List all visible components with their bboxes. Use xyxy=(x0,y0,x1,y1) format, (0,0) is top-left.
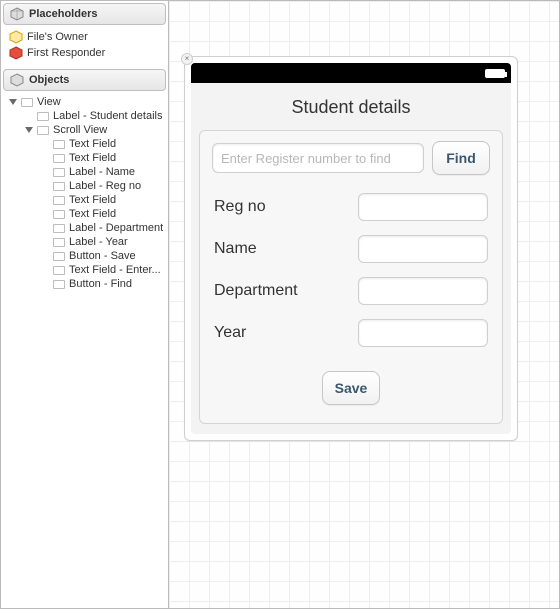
disclosure-spacer xyxy=(41,280,49,288)
cube-icon xyxy=(10,73,24,87)
outline-item-label: Text Field xyxy=(69,208,116,220)
view-node-icon xyxy=(37,126,49,135)
outline-item[interactable]: Text Field - Enter... xyxy=(1,263,168,277)
outline-item[interactable]: Scroll View xyxy=(1,123,168,137)
first-responder-item[interactable]: First Responder xyxy=(1,45,168,61)
disclosure-spacer xyxy=(41,224,49,232)
outline-item-label: Text Field xyxy=(69,138,116,150)
objects-section-header[interactable]: Objects xyxy=(3,69,166,91)
save-button[interactable]: Save xyxy=(322,371,381,405)
find-button[interactable]: Find xyxy=(432,141,490,175)
view-node-icon xyxy=(53,182,65,191)
disclosure-spacer xyxy=(41,210,49,218)
root-view: Student details Find Reg no Name xyxy=(191,63,511,434)
disclosure-spacer xyxy=(25,112,33,120)
outline-item[interactable]: View xyxy=(1,95,168,109)
outline-item-label: Text Field xyxy=(69,194,116,206)
disclosure-spacer xyxy=(41,168,49,176)
close-scene-button[interactable]: × xyxy=(181,53,193,65)
disclosure-spacer xyxy=(41,182,49,190)
disclosure-spacer xyxy=(41,154,49,162)
objects-label: Objects xyxy=(29,74,69,86)
view-node-icon xyxy=(53,266,65,275)
view-node-icon xyxy=(53,210,65,219)
status-bar xyxy=(191,63,511,83)
view-node-icon xyxy=(53,196,65,205)
outline-item-label: Text Field - Enter... xyxy=(69,264,161,276)
placeholders-label: Placeholders xyxy=(29,8,97,20)
disclosure-spacer xyxy=(41,238,49,246)
view-node-icon xyxy=(53,168,65,177)
disclosure-spacer xyxy=(41,266,49,274)
view-node-icon xyxy=(53,154,65,163)
disclosure-spacer xyxy=(41,140,49,148)
document-outline-panel: Placeholders File's Owner First Responde… xyxy=(1,1,169,608)
disclosure-spacer xyxy=(41,196,49,204)
outline-item-label: Label - Student details xyxy=(53,110,162,122)
department-label: Department xyxy=(214,282,298,300)
outline-item-label: Label - Year xyxy=(69,236,128,248)
outline-item-label: Button - Find xyxy=(69,278,132,290)
view-node-icon xyxy=(53,224,65,233)
outline-item[interactable]: Button - Save xyxy=(1,249,168,263)
placeholders-tree: File's Owner First Responder xyxy=(1,27,168,67)
device-frame[interactable]: × Student details Find Reg no xyxy=(184,56,518,441)
title-label: Student details xyxy=(191,83,511,130)
view-node-icon xyxy=(53,280,65,289)
outline-item[interactable]: Label - Reg no xyxy=(1,179,168,193)
outline-item-label: Scroll View xyxy=(53,124,107,136)
search-register-input[interactable] xyxy=(212,143,424,173)
year-label: Year xyxy=(214,324,246,342)
cube-icon xyxy=(10,7,24,21)
view-node-icon xyxy=(21,98,33,107)
outline-item-label: Button - Save xyxy=(69,250,136,262)
reg-no-input[interactable] xyxy=(358,193,488,221)
interface-builder-view: Placeholders File's Owner First Responde… xyxy=(0,0,560,609)
outline-item[interactable]: Button - Find xyxy=(1,277,168,291)
outline-item[interactable]: Label - Name xyxy=(1,165,168,179)
outline-item-label: Label - Department xyxy=(69,222,163,234)
name-input[interactable] xyxy=(358,235,488,263)
outline-item-label: Label - Name xyxy=(69,166,135,178)
department-input[interactable] xyxy=(358,277,488,305)
reg-no-label: Reg no xyxy=(214,198,266,216)
view-node-icon xyxy=(37,112,49,121)
outline-item[interactable]: Text Field xyxy=(1,151,168,165)
outline-item[interactable]: Text Field xyxy=(1,207,168,221)
outline-item[interactable]: Text Field xyxy=(1,193,168,207)
files-owner-item[interactable]: File's Owner xyxy=(1,29,168,45)
year-input[interactable] xyxy=(358,319,488,347)
outline-item[interactable]: Label - Year xyxy=(1,235,168,249)
objects-tree: View Label - Student details Scroll View Te… xyxy=(1,93,168,297)
disclosure-triangle-icon[interactable] xyxy=(9,99,17,105)
view-node-icon xyxy=(53,238,65,247)
design-canvas[interactable]: × Student details Find Reg no xyxy=(169,1,559,608)
outline-item-label: Label - Reg no xyxy=(69,180,141,192)
cube-responder-icon xyxy=(9,46,23,60)
outline-item[interactable]: Text Field xyxy=(1,137,168,151)
placeholders-section-header[interactable]: Placeholders xyxy=(3,3,166,25)
view-node-icon xyxy=(53,140,65,149)
first-responder-label: First Responder xyxy=(27,47,105,59)
battery-icon xyxy=(485,69,505,78)
disclosure-spacer xyxy=(41,252,49,260)
files-owner-label: File's Owner xyxy=(27,31,88,43)
outline-item[interactable]: Label - Student details xyxy=(1,109,168,123)
scroll-view: Find Reg no Name Department xyxy=(199,130,503,424)
name-label: Name xyxy=(214,240,257,258)
outline-item-label: Text Field xyxy=(69,152,116,164)
outline-item-label: View xyxy=(37,96,61,108)
view-node-icon xyxy=(53,252,65,261)
cube-owner-icon xyxy=(9,30,23,44)
disclosure-triangle-icon[interactable] xyxy=(25,127,33,133)
outline-item[interactable]: Label - Department xyxy=(1,221,168,235)
